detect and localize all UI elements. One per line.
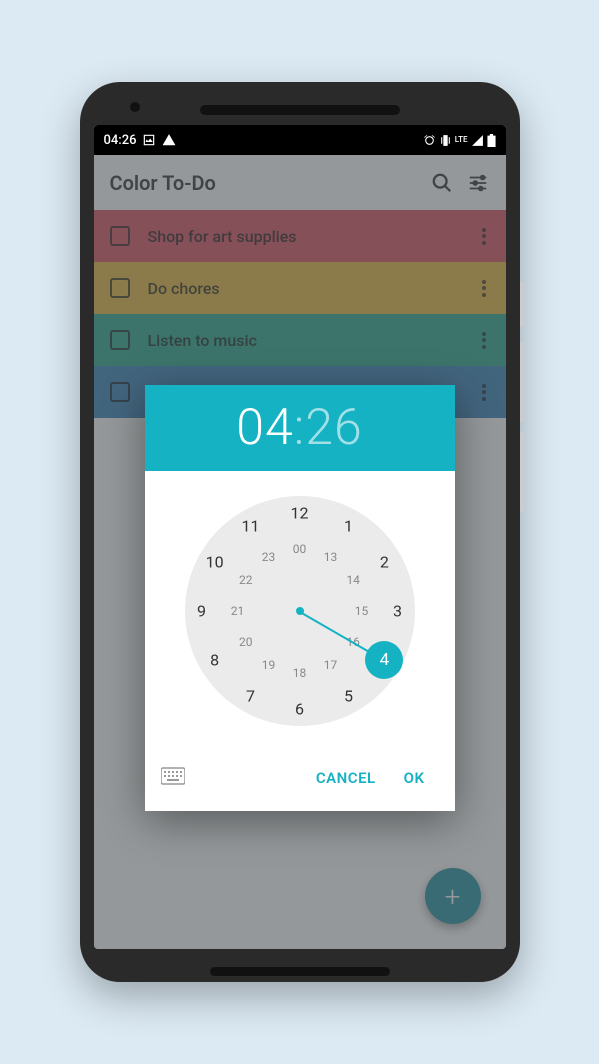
clock-hour-13[interactable]: 13 [324,550,338,564]
clock-hour-15[interactable]: 15 [355,604,369,618]
side-button [520,282,524,327]
clock-hour-22[interactable]: 22 [239,573,253,587]
ok-button[interactable]: OK [390,761,439,795]
status-time: 04:26 [104,133,137,148]
clock-hour-14[interactable]: 14 [346,573,360,587]
phone-home-bar [210,967,390,976]
keyboard-icon[interactable] [161,767,185,789]
status-bar: 04:26 LTE [94,125,506,155]
alarm-icon [423,134,436,147]
clock-face[interactable]: 121235678910110013141516171819202122234 [185,496,415,726]
cancel-button[interactable]: CANCEL [302,761,390,795]
clock-hour-17[interactable]: 17 [324,658,338,672]
time-picker-dialog: 04:26 1212356789101100131415161718192021… [145,385,455,811]
clock-hour-18[interactable]: 18 [293,666,307,680]
dialog-header: 04:26 [145,385,455,471]
clock-hour-2[interactable]: 2 [380,553,389,572]
clock-hour-9[interactable]: 9 [197,602,206,621]
clock-hour-19[interactable]: 19 [262,658,276,672]
clock-hour-6[interactable]: 6 [295,700,304,719]
clock-center [296,607,304,615]
clock-hour-8[interactable]: 8 [210,651,219,670]
volume-up-button [520,342,524,422]
vibrate-icon [439,134,452,147]
clock-hour-1[interactable]: 1 [344,517,353,536]
volume-down-button [520,432,524,512]
clock-hour-11[interactable]: 11 [242,517,260,536]
clock-selected-thumb[interactable]: 4 [365,641,403,679]
image-icon [142,133,156,147]
clock-hour-3[interactable]: 3 [393,602,402,621]
signal-icon [471,134,484,147]
clock-hour-10[interactable]: 10 [206,553,224,572]
clock-hour-21[interactable]: 21 [231,604,245,618]
clock-hour-5[interactable]: 5 [344,686,353,705]
app-content: Color To-Do Shop for art supplies Do cho… [94,155,506,949]
battery-icon [487,134,496,147]
clock-hour-00[interactable]: 00 [293,542,307,556]
phone-speaker [200,105,400,115]
clock-hour-23[interactable]: 23 [262,550,276,564]
time-minutes[interactable]: 26 [305,399,362,457]
time-hours[interactable]: 04 [236,399,293,457]
clock-hour-12[interactable]: 12 [291,504,309,523]
phone-frame: 04:26 LTE [80,82,520,982]
screen: 04:26 LTE [94,125,506,949]
network-label: LTE [455,136,468,144]
time-separator: : [294,399,306,457]
warning-icon [162,133,176,147]
clock-hour-7[interactable]: 7 [246,686,255,705]
phone-camera [130,102,140,112]
clock-hour-20[interactable]: 20 [239,635,253,649]
